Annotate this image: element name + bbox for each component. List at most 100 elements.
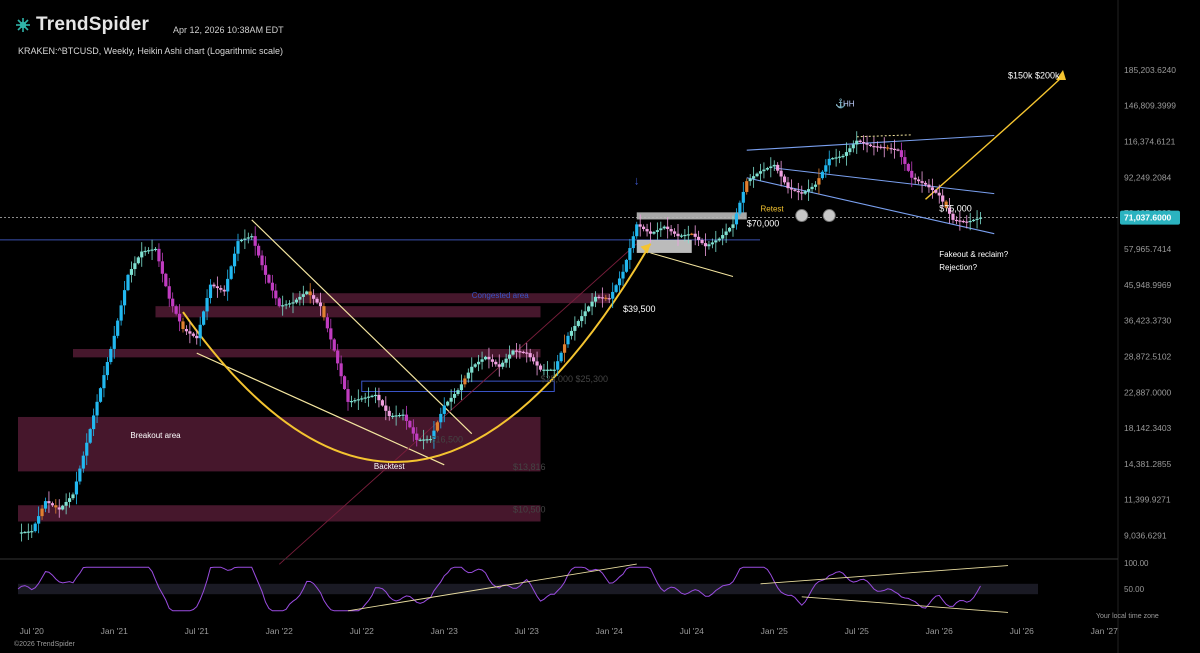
candle [126,274,130,291]
candle [74,481,79,495]
candle [545,369,549,371]
candle [92,415,96,430]
candle [23,531,27,534]
candle [855,140,859,145]
candle [102,375,106,389]
candle [360,398,364,400]
candle [731,224,735,228]
level-13k-label: $13,816 [513,462,546,472]
candle [332,339,336,351]
candle [119,305,123,321]
candle [329,328,333,340]
candle [738,202,742,214]
candle [287,303,292,305]
candle [707,244,711,247]
candle [98,388,103,402]
candle [349,401,354,403]
candle [397,414,402,417]
candle [693,233,697,237]
candle [380,400,384,406]
candle [105,362,109,376]
x-tick-label: Jul '25 [845,626,870,636]
candle [473,364,477,367]
candle [748,178,752,182]
candle [301,294,305,297]
candle [463,378,467,385]
candle [470,366,474,373]
candle [755,173,759,177]
candle [456,390,460,395]
candle [370,395,374,397]
candle [439,413,443,423]
candle [593,296,598,302]
candle [628,248,632,260]
y-tick-label: 22,887.0000 [1124,387,1172,397]
x-tick-label: Jul '24 [680,626,705,636]
candle [569,330,574,336]
level-16k-label: $16,500 [431,435,464,445]
candle [975,218,979,220]
candle [762,169,766,172]
candle [384,405,388,411]
candle [466,372,470,379]
candle [226,278,230,292]
candle [67,498,72,502]
candle [184,328,189,332]
candle [583,311,587,317]
candle [580,316,584,322]
candle [133,263,137,270]
y-tick-label: 9,036.6291 [1124,531,1167,541]
candle [215,286,219,289]
candle [435,422,439,431]
candle [617,278,622,286]
candle [669,229,673,232]
candle [26,531,30,533]
candle [686,234,690,236]
candle [961,220,965,223]
candle [642,226,646,230]
candle [710,242,714,245]
candle [769,166,773,169]
osc-y-tick-label: 50.00 [1124,585,1145,594]
level-10k-label: $10,500 [513,504,546,514]
candle [721,235,725,239]
timezone-caption: Your local time zone [1096,613,1159,620]
candle [459,384,464,391]
retest-label: Retest [761,205,785,214]
candle [494,361,498,365]
x-tick-label: Jan '24 [596,626,623,636]
candle [779,170,783,177]
candle [659,228,663,231]
rejection-label: Rejection? [939,263,977,272]
candle [164,273,168,287]
candle [401,414,405,416]
candle [518,351,522,353]
candle [95,401,99,416]
candle [800,192,804,194]
candle [71,494,75,499]
candle [951,213,955,220]
candle [54,505,58,508]
candle [477,361,481,365]
resistance-zone-39k [155,306,541,318]
candle [260,255,264,266]
candle [50,503,54,506]
candle [868,144,873,147]
candle [232,253,237,267]
candle [346,389,350,402]
candle [222,289,226,292]
candle [243,238,247,240]
candle [789,188,794,190]
down-arrow-icon: ↓ [634,174,640,188]
price-chart[interactable]: $150k $200kHHRetest $75,000$70,000Fakeout… [0,0,1200,653]
candle [968,220,972,223]
candle [191,333,195,336]
candle [418,439,422,441]
y-tick-label: 28,872.5102 [1124,351,1172,361]
candle [896,149,900,151]
x-tick-label: Jan '25 [761,626,788,636]
candle [246,237,250,239]
candle [597,296,601,299]
candle [714,240,718,243]
candle [143,250,147,253]
